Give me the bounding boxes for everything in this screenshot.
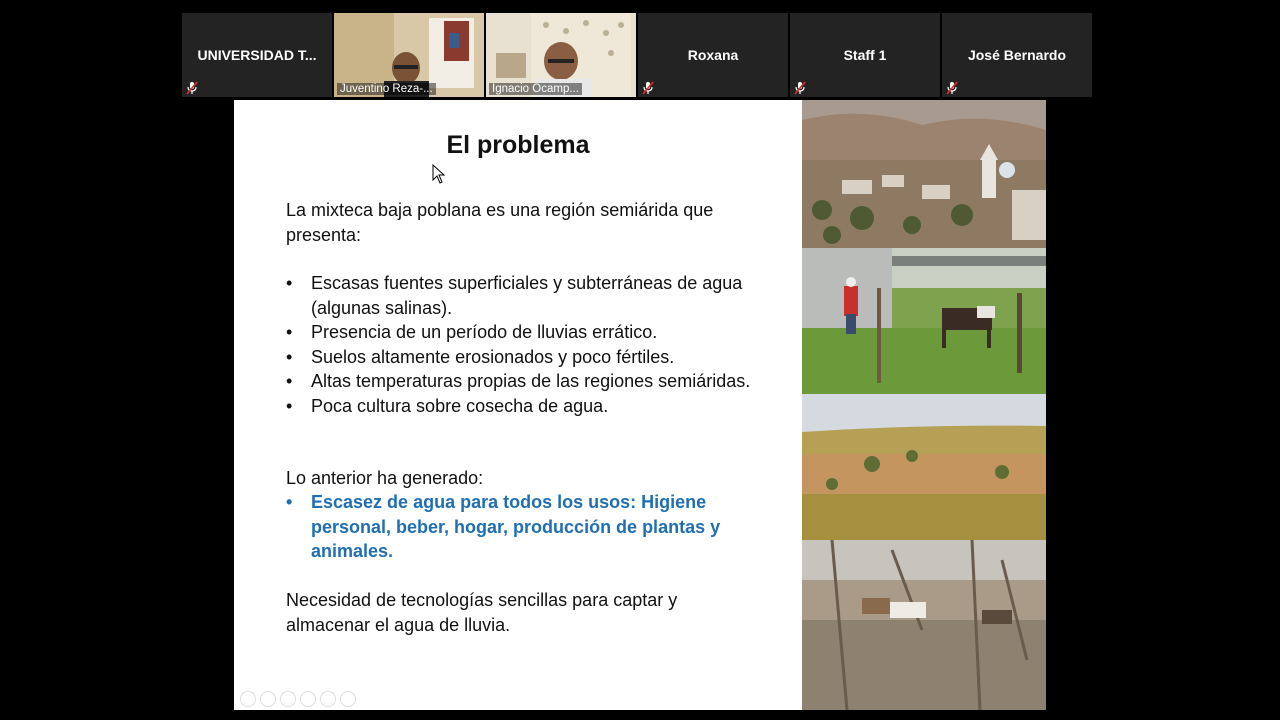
muted-mic-icon [186, 81, 198, 95]
problem-list: • Escasas fuentes superficiales y subterr… [286, 271, 756, 418]
list-item: • Suelos altamente erosionados y poco fér… [286, 345, 756, 370]
slide-photos [802, 100, 1046, 710]
participant-name: Roxana [687, 47, 739, 63]
participant-name: Juventino Reza-... [337, 83, 436, 95]
list-item: • Escasas fuentes superficiales y subterr… [286, 271, 756, 320]
bullet-marker: • [286, 371, 293, 391]
list-item-text: Escasez de agua para todos los usos: Hig… [311, 492, 721, 561]
bullet-marker: • [286, 346, 293, 367]
consequence-label: Lo anterior ha generado: [286, 468, 484, 488]
village-photo [802, 100, 1046, 248]
more-options-button[interactable] [340, 691, 356, 707]
participant-strip: UNIVERSIDAD T... Juventino Reza-... Igna… [182, 13, 1096, 97]
participant-name: UNIVERSIDAD T... [197, 47, 317, 63]
bullet-marker: • [286, 395, 293, 416]
prev-slide-button[interactable] [240, 691, 256, 707]
list-item: • Presencia de un período de lluvias errá… [286, 320, 756, 345]
slide-title: El problema [446, 131, 590, 159]
livestock-photo [802, 540, 1046, 710]
slide-conclusion: Necesidad de tecnologías sencillas para … [286, 590, 678, 635]
zoom-button[interactable] [320, 691, 336, 707]
list-item: • Escasez de agua para todos los usos: Hi… [286, 490, 756, 564]
participant-tile[interactable]: UNIVERSIDAD T... [182, 13, 332, 97]
participant-tile[interactable]: Roxana [638, 13, 788, 97]
consequence-list: • Escasez de agua para todos los usos: Hi… [286, 490, 756, 564]
donkey-photo [802, 248, 1046, 394]
list-item-text: Altas temperaturas propias de las region… [311, 371, 751, 391]
pen-tool-button[interactable] [280, 691, 296, 707]
muted-mic-icon [794, 81, 806, 95]
list-item-text: Poca cultura sobre cosecha de agua. [311, 395, 609, 416]
participant-tile-video[interactable]: Ignacio Ocamp... [486, 13, 636, 97]
participant-name: Ignacio Ocamp... [489, 83, 582, 95]
muted-mic-icon [642, 81, 654, 95]
participant-tile[interactable]: Staff 1 [790, 13, 940, 97]
next-slide-button[interactable] [260, 691, 276, 707]
shared-slide: El problema La mixteca baja poblana es u… [234, 100, 802, 710]
list-item: • Altas temperaturas propias de las regio… [286, 369, 756, 394]
bullet-marker: • [286, 273, 293, 293]
list-item-text: Escasas fuentes superficiales y subterrá… [311, 273, 743, 318]
participant-name: Staff 1 [843, 47, 887, 63]
list-item-text: Suelos altamente erosionados y poco fért… [311, 346, 675, 367]
slide-nav-controls [240, 691, 356, 707]
slides-grid-button[interactable] [300, 691, 316, 707]
bullet-marker: • [286, 322, 293, 342]
list-item: • Poca cultura sobre cosecha de agua. [286, 394, 756, 419]
slide-intro: La mixteca baja poblana es una región se… [286, 200, 714, 245]
bullet-marker: • [286, 492, 293, 512]
mouse-cursor-icon [432, 164, 446, 184]
participant-tile-video[interactable]: Juventino Reza-... [334, 13, 484, 97]
participant-tile[interactable]: José Bernardo [942, 13, 1092, 97]
participant-name: José Bernardo [967, 47, 1067, 63]
list-item-text: Presencia de un período de lluvias errát… [311, 322, 658, 342]
muted-mic-icon [946, 81, 958, 95]
dry-field-photo [802, 394, 1046, 540]
